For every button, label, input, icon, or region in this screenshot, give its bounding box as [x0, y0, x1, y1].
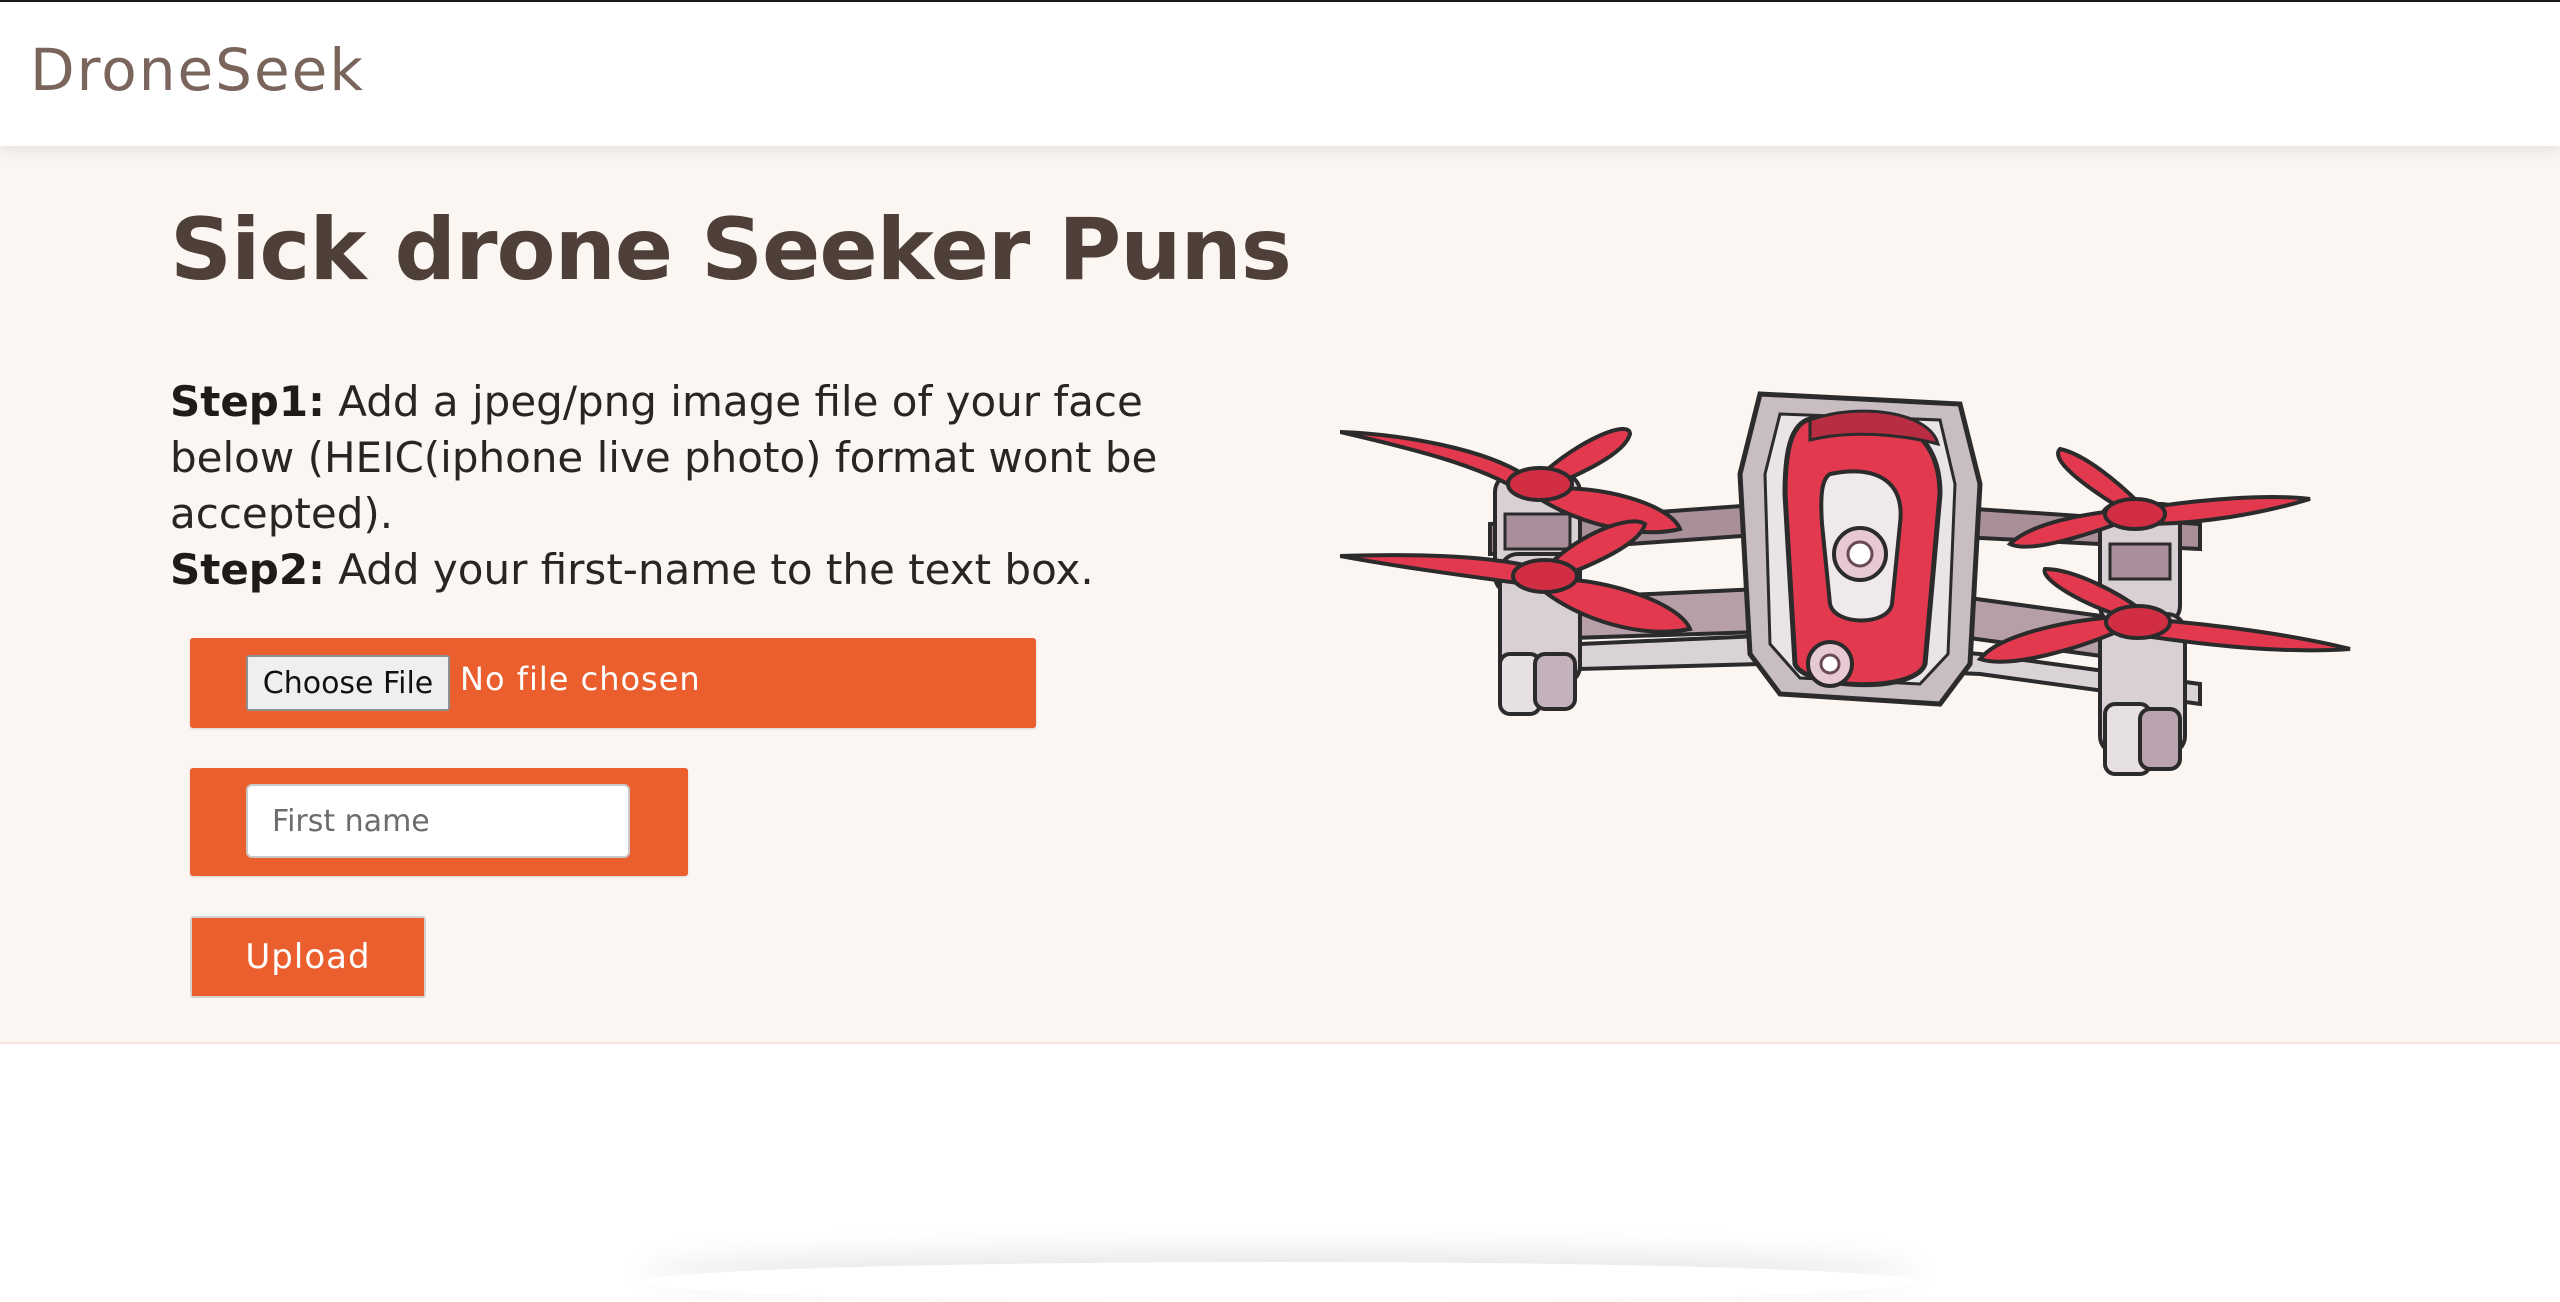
page-title: Sick drone Seeker Puns	[170, 200, 1292, 300]
hero-section: Sick drone Seeker Puns Step1: Add a jpeg…	[0, 146, 2560, 1044]
step2-instruction: Step2: Add your first-name to the text b…	[170, 542, 1250, 598]
step1-label: Step1:	[170, 377, 325, 426]
choose-file-button[interactable]: Choose File	[246, 655, 450, 711]
first-name-panel	[190, 768, 688, 876]
drone-illustration	[1340, 391, 2351, 776]
content-card-shadow	[640, 1262, 1920, 1302]
step1-instruction: Step1: Add a jpeg/png image file of your…	[170, 374, 1250, 542]
drone-body	[1737, 391, 1983, 707]
first-name-input[interactable]	[246, 784, 630, 858]
navbar: DroneSeek	[0, 2, 2560, 146]
step2-label: Step2:	[170, 545, 325, 594]
file-upload-panel: Choose File No file chosen	[190, 638, 1036, 728]
step2-text: Add your first-name to the text box.	[324, 545, 1094, 594]
upload-button[interactable]: Upload	[190, 916, 426, 998]
instructions: Step1: Add a jpeg/png image file of your…	[170, 374, 1250, 598]
file-status-text: No file chosen	[460, 660, 701, 698]
brand-logo-link[interactable]: DroneSeek	[30, 36, 365, 104]
